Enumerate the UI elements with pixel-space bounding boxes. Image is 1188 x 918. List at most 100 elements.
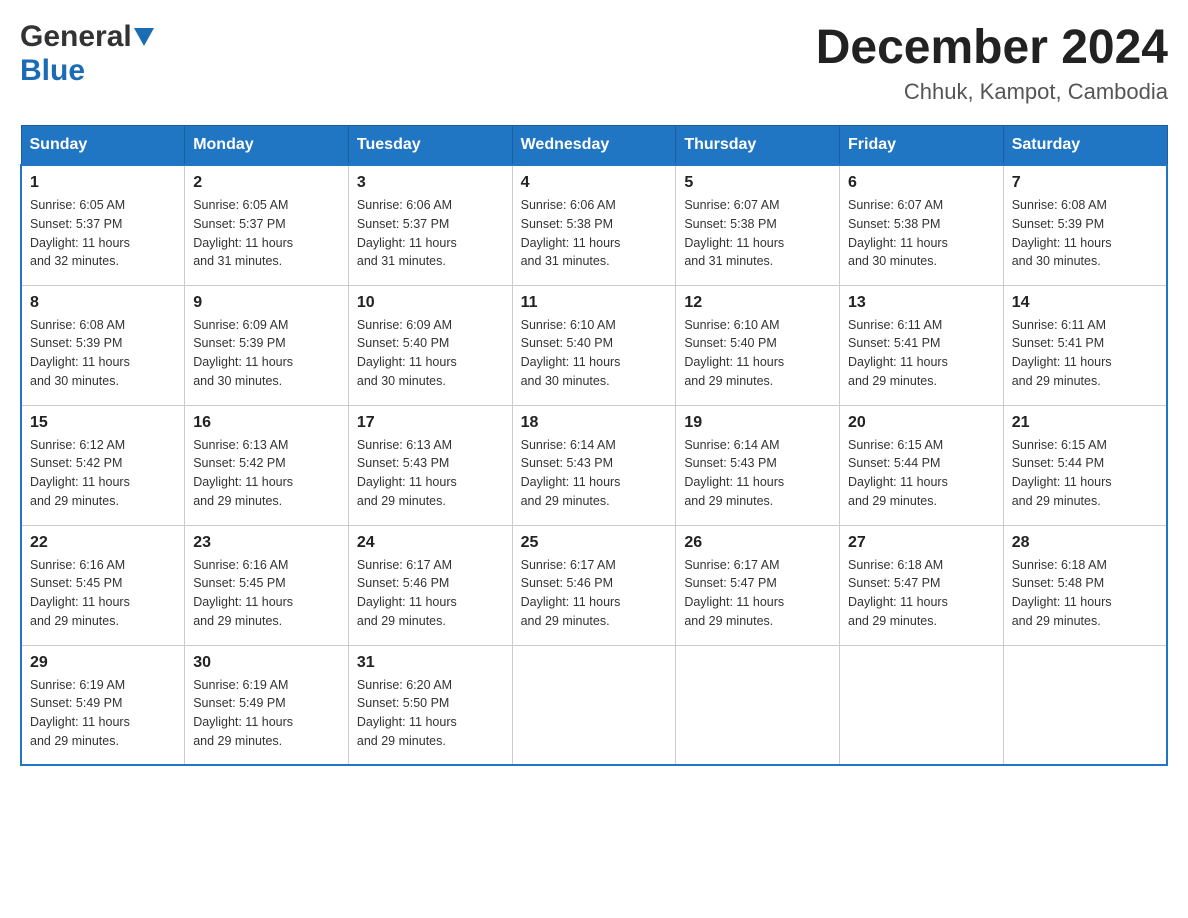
calendar-cell: 26 Sunrise: 6:17 AM Sunset: 5:47 PM Dayl… [676,525,840,645]
day-info: Sunrise: 6:13 AM Sunset: 5:43 PM Dayligh… [357,436,504,511]
day-info: Sunrise: 6:17 AM Sunset: 5:46 PM Dayligh… [357,556,504,631]
calendar-cell: 17 Sunrise: 6:13 AM Sunset: 5:43 PM Dayl… [348,405,512,525]
logo-general: General [20,20,132,54]
logo-arrow-icon [134,28,154,46]
calendar-day-header: Sunday [21,126,185,166]
calendar-cell [676,645,840,765]
calendar-header-row: SundayMondayTuesdayWednesdayThursdayFrid… [21,126,1167,166]
calendar-cell [1003,645,1167,765]
day-number: 4 [521,174,668,192]
calendar-cell: 1 Sunrise: 6:05 AM Sunset: 5:37 PM Dayli… [21,165,185,285]
day-number: 24 [357,534,504,552]
calendar-cell: 6 Sunrise: 6:07 AM Sunset: 5:38 PM Dayli… [840,165,1004,285]
day-number: 9 [193,294,340,312]
day-number: 8 [30,294,176,312]
calendar-week-row: 8 Sunrise: 6:08 AM Sunset: 5:39 PM Dayli… [21,285,1167,405]
calendar-cell: 21 Sunrise: 6:15 AM Sunset: 5:44 PM Dayl… [1003,405,1167,525]
page-header: General Blue December 2024 Chhuk, Kampot… [20,20,1168,105]
day-info: Sunrise: 6:20 AM Sunset: 5:50 PM Dayligh… [357,676,504,751]
calendar-cell: 30 Sunrise: 6:19 AM Sunset: 5:49 PM Dayl… [185,645,349,765]
title-section: December 2024 Chhuk, Kampot, Cambodia [816,20,1168,105]
calendar-cell: 5 Sunrise: 6:07 AM Sunset: 5:38 PM Dayli… [676,165,840,285]
logo: General Blue [20,20,154,88]
day-number: 18 [521,414,668,432]
day-number: 15 [30,414,176,432]
month-title: December 2024 [816,20,1168,75]
day-number: 29 [30,654,176,672]
day-info: Sunrise: 6:08 AM Sunset: 5:39 PM Dayligh… [30,316,176,391]
day-number: 6 [848,174,995,192]
day-number: 12 [684,294,831,312]
day-info: Sunrise: 6:11 AM Sunset: 5:41 PM Dayligh… [848,316,995,391]
day-info: Sunrise: 6:10 AM Sunset: 5:40 PM Dayligh… [521,316,668,391]
calendar-cell: 20 Sunrise: 6:15 AM Sunset: 5:44 PM Dayl… [840,405,1004,525]
day-number: 10 [357,294,504,312]
day-info: Sunrise: 6:09 AM Sunset: 5:40 PM Dayligh… [357,316,504,391]
day-info: Sunrise: 6:17 AM Sunset: 5:46 PM Dayligh… [521,556,668,631]
calendar-cell: 3 Sunrise: 6:06 AM Sunset: 5:37 PM Dayli… [348,165,512,285]
calendar-day-header: Tuesday [348,126,512,166]
calendar-cell: 12 Sunrise: 6:10 AM Sunset: 5:40 PM Dayl… [676,285,840,405]
calendar-cell: 10 Sunrise: 6:09 AM Sunset: 5:40 PM Dayl… [348,285,512,405]
day-number: 1 [30,174,176,192]
calendar-week-row: 1 Sunrise: 6:05 AM Sunset: 5:37 PM Dayli… [21,165,1167,285]
day-info: Sunrise: 6:11 AM Sunset: 5:41 PM Dayligh… [1012,316,1158,391]
logo-blue: Blue [20,54,85,88]
day-info: Sunrise: 6:16 AM Sunset: 5:45 PM Dayligh… [193,556,340,631]
calendar-cell: 25 Sunrise: 6:17 AM Sunset: 5:46 PM Dayl… [512,525,676,645]
day-info: Sunrise: 6:14 AM Sunset: 5:43 PM Dayligh… [521,436,668,511]
day-number: 26 [684,534,831,552]
day-number: 7 [1012,174,1158,192]
calendar-cell [512,645,676,765]
day-number: 14 [1012,294,1158,312]
day-number: 23 [193,534,340,552]
day-info: Sunrise: 6:15 AM Sunset: 5:44 PM Dayligh… [1012,436,1158,511]
day-info: Sunrise: 6:05 AM Sunset: 5:37 PM Dayligh… [193,196,340,271]
calendar-cell: 31 Sunrise: 6:20 AM Sunset: 5:50 PM Dayl… [348,645,512,765]
day-info: Sunrise: 6:17 AM Sunset: 5:47 PM Dayligh… [684,556,831,631]
calendar-day-header: Saturday [1003,126,1167,166]
calendar-cell: 13 Sunrise: 6:11 AM Sunset: 5:41 PM Dayl… [840,285,1004,405]
calendar-cell: 29 Sunrise: 6:19 AM Sunset: 5:49 PM Dayl… [21,645,185,765]
calendar-cell: 24 Sunrise: 6:17 AM Sunset: 5:46 PM Dayl… [348,525,512,645]
calendar-cell: 9 Sunrise: 6:09 AM Sunset: 5:39 PM Dayli… [185,285,349,405]
day-number: 11 [521,294,668,312]
calendar-cell: 14 Sunrise: 6:11 AM Sunset: 5:41 PM Dayl… [1003,285,1167,405]
calendar-cell: 7 Sunrise: 6:08 AM Sunset: 5:39 PM Dayli… [1003,165,1167,285]
calendar-day-header: Thursday [676,126,840,166]
calendar-cell: 8 Sunrise: 6:08 AM Sunset: 5:39 PM Dayli… [21,285,185,405]
day-info: Sunrise: 6:09 AM Sunset: 5:39 PM Dayligh… [193,316,340,391]
day-number: 20 [848,414,995,432]
day-number: 3 [357,174,504,192]
day-number: 30 [193,654,340,672]
calendar-table: SundayMondayTuesdayWednesdayThursdayFrid… [20,125,1168,766]
calendar-day-header: Friday [840,126,1004,166]
day-info: Sunrise: 6:12 AM Sunset: 5:42 PM Dayligh… [30,436,176,511]
calendar-cell: 15 Sunrise: 6:12 AM Sunset: 5:42 PM Dayl… [21,405,185,525]
calendar-cell: 22 Sunrise: 6:16 AM Sunset: 5:45 PM Dayl… [21,525,185,645]
day-number: 16 [193,414,340,432]
day-number: 31 [357,654,504,672]
day-info: Sunrise: 6:18 AM Sunset: 5:47 PM Dayligh… [848,556,995,631]
day-info: Sunrise: 6:19 AM Sunset: 5:49 PM Dayligh… [30,676,176,751]
day-number: 17 [357,414,504,432]
day-info: Sunrise: 6:14 AM Sunset: 5:43 PM Dayligh… [684,436,831,511]
day-info: Sunrise: 6:10 AM Sunset: 5:40 PM Dayligh… [684,316,831,391]
day-info: Sunrise: 6:07 AM Sunset: 5:38 PM Dayligh… [684,196,831,271]
day-info: Sunrise: 6:15 AM Sunset: 5:44 PM Dayligh… [848,436,995,511]
day-number: 2 [193,174,340,192]
day-info: Sunrise: 6:05 AM Sunset: 5:37 PM Dayligh… [30,196,176,271]
calendar-week-row: 15 Sunrise: 6:12 AM Sunset: 5:42 PM Dayl… [21,405,1167,525]
calendar-week-row: 29 Sunrise: 6:19 AM Sunset: 5:49 PM Dayl… [21,645,1167,765]
calendar-cell [840,645,1004,765]
calendar-cell: 23 Sunrise: 6:16 AM Sunset: 5:45 PM Dayl… [185,525,349,645]
calendar-cell: 18 Sunrise: 6:14 AM Sunset: 5:43 PM Dayl… [512,405,676,525]
day-number: 21 [1012,414,1158,432]
day-info: Sunrise: 6:08 AM Sunset: 5:39 PM Dayligh… [1012,196,1158,271]
day-number: 19 [684,414,831,432]
calendar-week-row: 22 Sunrise: 6:16 AM Sunset: 5:45 PM Dayl… [21,525,1167,645]
calendar-day-header: Monday [185,126,349,166]
calendar-cell: 28 Sunrise: 6:18 AM Sunset: 5:48 PM Dayl… [1003,525,1167,645]
day-number: 25 [521,534,668,552]
day-info: Sunrise: 6:07 AM Sunset: 5:38 PM Dayligh… [848,196,995,271]
